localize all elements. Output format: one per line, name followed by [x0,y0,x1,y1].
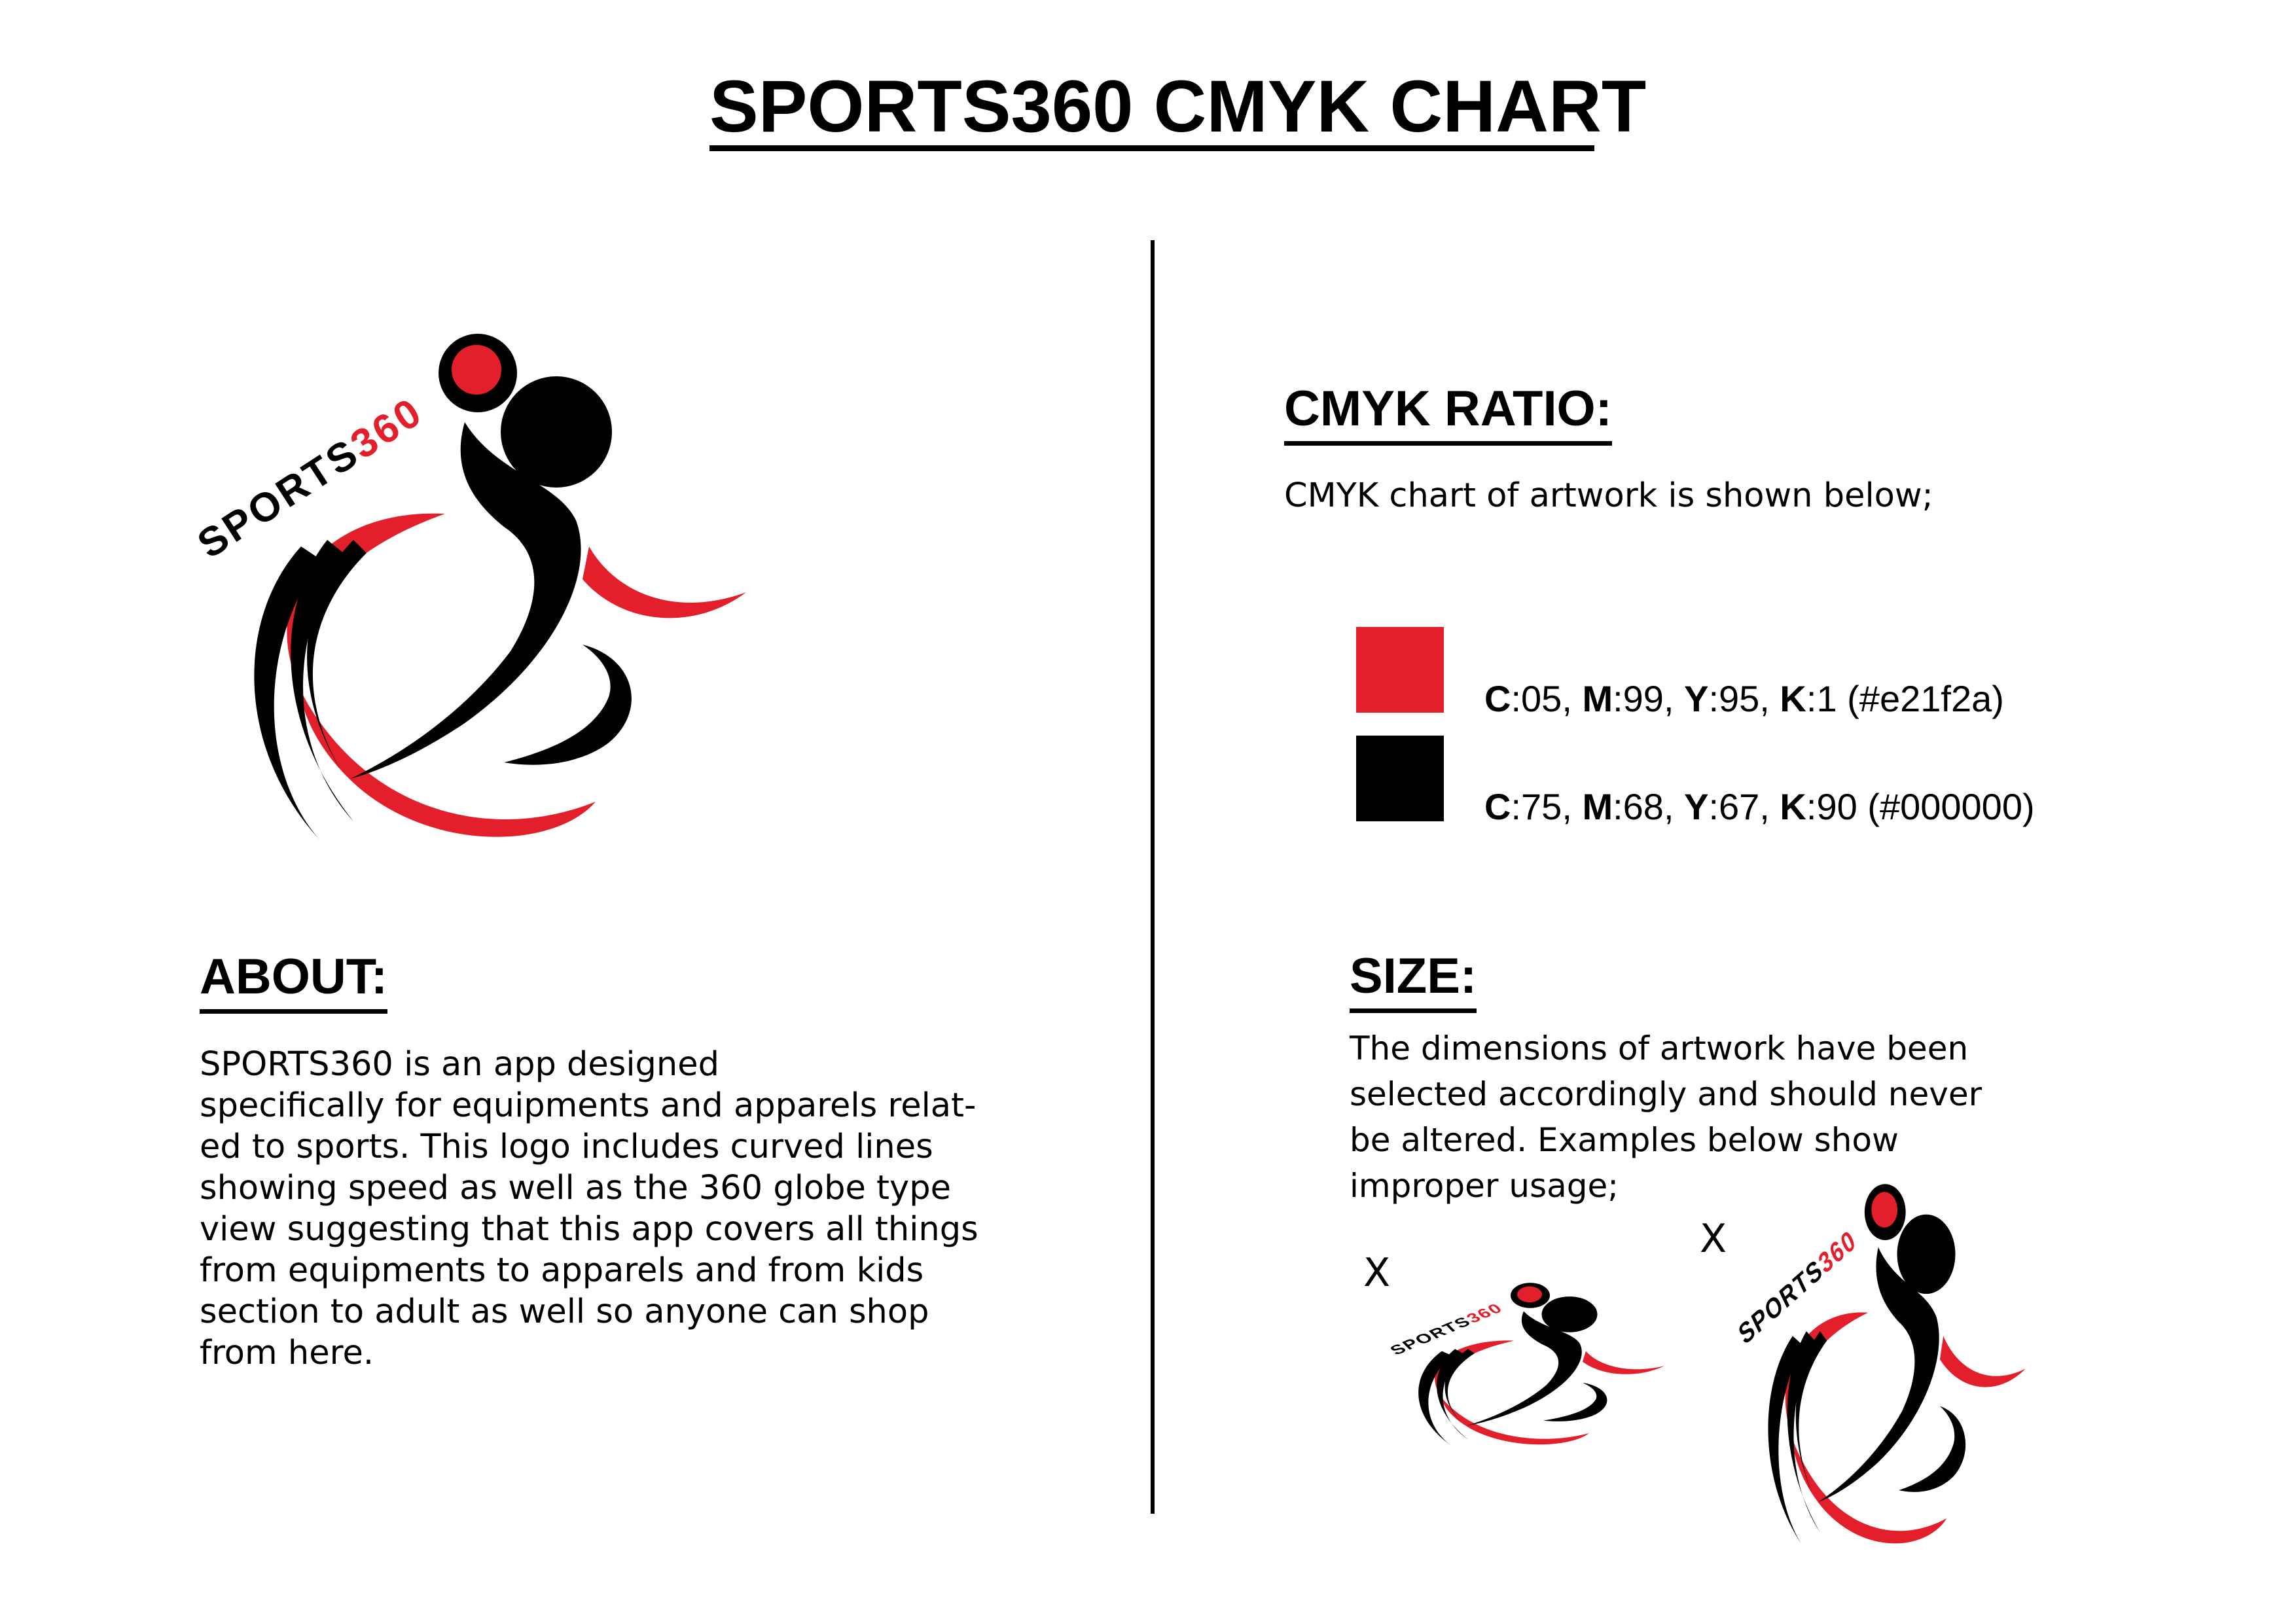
page-title: SPORTS360 CMYK CHART [709,65,1647,147]
svg-text:SPORTS360: SPORTS360 [1386,1300,1507,1358]
red-color-swatch [1356,627,1444,713]
cmyk-heading: CMYK RATIO: [1284,380,1612,446]
improper-usage-x-icon: X [1700,1216,1727,1262]
column-divider [1151,240,1155,1514]
size-heading: SIZE: [1350,947,1477,1013]
logo-wordmark: SPORTS360 [190,389,431,567]
about-heading: ABOUT: [200,948,388,1014]
svg-text:SPORTS360: SPORTS360 [1734,1224,1861,1351]
improper-logo-squashed: SPORTS360 [1386,1283,1664,1446]
sports360-logo: SPORTS360 [190,334,747,841]
size-text: The dimensions of artwork have been sele… [1350,1029,1982,1205]
title-underline [709,145,1594,151]
improper-logo-stretched: SPORTS360 [1734,1184,2026,1546]
black-color-swatch [1356,736,1444,821]
black-cmyk-values: C:75, M:68, Y:67, K:90 (#000000) [1484,786,2035,827]
cmyk-intro-text: CMYK chart of artwork is shown below; [1284,476,1933,515]
about-text: SPORTS360 is an app designed specificall… [200,1045,978,1372]
red-cmyk-values: C:05, M:99, Y:95, K:1 (#e21f2a) [1484,678,2004,719]
